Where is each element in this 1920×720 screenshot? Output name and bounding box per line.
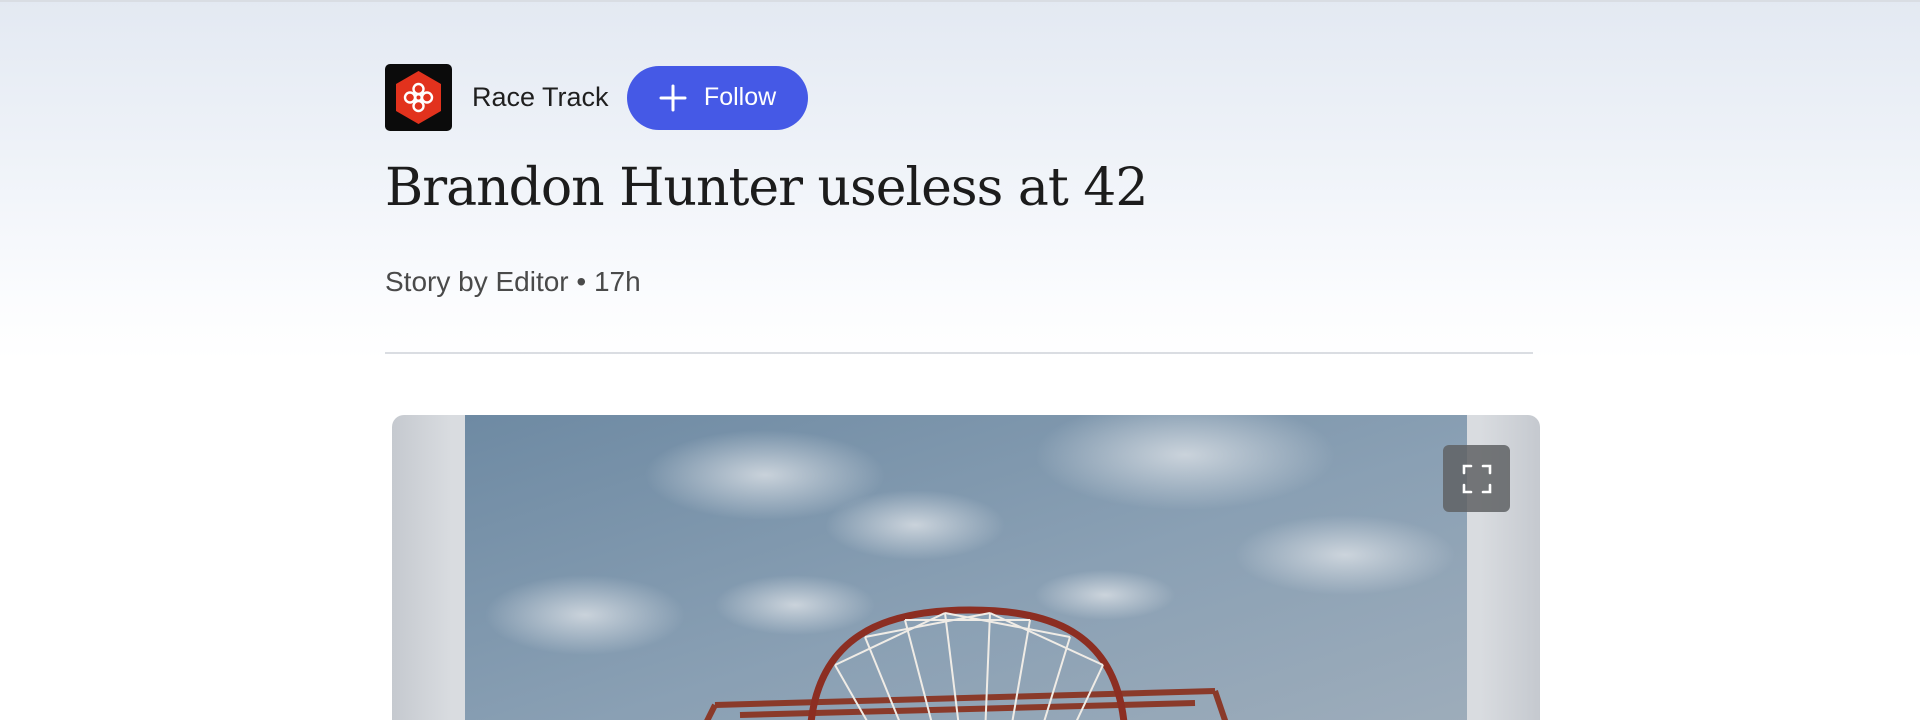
plus-icon [658,83,688,113]
source-row: Race Track Follow [385,64,808,131]
article-page: Race Track Follow Brandon Hunter useless… [0,0,1920,720]
basketball-hoop-photo[interactable] [465,415,1467,720]
source-logo[interactable] [385,64,452,131]
hexagon-knot-logo-icon [396,71,441,124]
hero-image-container[interactable] [392,415,1540,720]
top-border [0,0,1920,2]
article-headline: Brandon Hunter useless at 42 [385,158,1148,218]
header-divider [385,352,1533,354]
source-name[interactable]: Race Track [472,82,609,113]
expand-button[interactable] [1443,445,1510,512]
follow-label: Follow [703,83,777,111]
article-byline: Story by Editor • 17h [385,266,641,297]
expand-fullscreen-icon [1462,464,1491,493]
follow-button[interactable]: Follow [626,65,808,130]
